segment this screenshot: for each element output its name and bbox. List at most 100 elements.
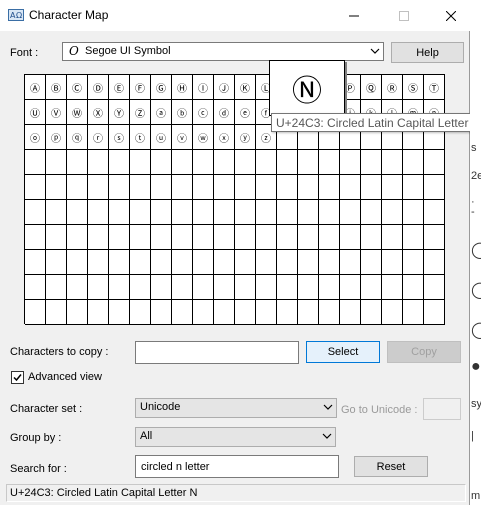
character-cell[interactable] (151, 300, 172, 325)
title-bar[interactable]: A Ω Character Map (0, 0, 470, 31)
character-cell[interactable]: ⓟ (46, 125, 67, 150)
character-cell[interactable] (298, 225, 319, 250)
character-cell[interactable] (319, 150, 340, 175)
character-cell[interactable]: ⓦ (193, 125, 214, 150)
character-cell[interactable]: Ⓑ (46, 75, 67, 100)
character-cell[interactable] (193, 300, 214, 325)
character-cell[interactable] (172, 250, 193, 275)
character-cell[interactable] (277, 150, 298, 175)
character-cell[interactable] (172, 200, 193, 225)
character-cell[interactable] (361, 275, 382, 300)
character-cell[interactable] (382, 200, 403, 225)
character-cell[interactable] (319, 225, 340, 250)
character-cell[interactable]: Ⓤ (25, 100, 46, 125)
character-cell[interactable] (340, 175, 361, 200)
character-set-dropdown[interactable]: Unicode (135, 398, 337, 418)
character-cell[interactable]: Ⓨ (109, 100, 130, 125)
character-cell[interactable] (151, 200, 172, 225)
character-cell[interactable] (277, 250, 298, 275)
character-cell[interactable] (214, 200, 235, 225)
character-cell[interactable]: Ⓔ (109, 75, 130, 100)
character-cell[interactable]: Ⓩ (130, 100, 151, 125)
character-cell[interactable] (130, 300, 151, 325)
character-cell[interactable] (382, 250, 403, 275)
character-cell[interactable] (46, 300, 67, 325)
character-cell[interactable] (298, 275, 319, 300)
search-input[interactable] (136, 456, 338, 477)
character-cell[interactable] (46, 200, 67, 225)
character-cell[interactable] (193, 150, 214, 175)
character-cell[interactable] (361, 200, 382, 225)
character-grid[interactable]: ⒶⒷⒸⒹⒺⒻⒼⒽⒾⒿⓀⓁⓅⓆⓇⓈⓉⓊⓋⓌⓍⓎⓏⓐⓑⓒⓓⓔⓕⓖⓙⓚⓛⓜⓝⓞⓟⓠⓡⓢ… (24, 74, 445, 325)
select-button[interactable]: Select (306, 341, 380, 363)
character-cell[interactable] (193, 175, 214, 200)
character-cell[interactable] (403, 275, 424, 300)
character-cell[interactable] (214, 300, 235, 325)
character-cell[interactable] (67, 250, 88, 275)
character-cell[interactable] (67, 275, 88, 300)
character-cell[interactable] (109, 200, 130, 225)
character-cell[interactable] (424, 175, 445, 200)
character-cell[interactable] (424, 275, 445, 300)
character-cell[interactable] (277, 275, 298, 300)
character-cell[interactable] (25, 150, 46, 175)
character-cell[interactable] (109, 275, 130, 300)
character-cell[interactable] (256, 250, 277, 275)
reset-button[interactable]: Reset (354, 456, 428, 477)
character-cell[interactable] (277, 200, 298, 225)
characters-to-copy-field[interactable] (135, 341, 299, 364)
character-cell[interactable] (67, 175, 88, 200)
character-cell[interactable] (130, 150, 151, 175)
character-cell[interactable] (88, 175, 109, 200)
character-cell[interactable] (277, 225, 298, 250)
character-cell[interactable] (235, 150, 256, 175)
character-cell[interactable] (130, 225, 151, 250)
character-cell[interactable] (25, 250, 46, 275)
character-cell[interactable] (298, 175, 319, 200)
character-cell[interactable] (319, 175, 340, 200)
character-cell[interactable] (382, 175, 403, 200)
character-cell[interactable] (172, 275, 193, 300)
character-cell[interactable]: Ⓘ (193, 75, 214, 100)
character-cell[interactable]: Ⓚ (235, 75, 256, 100)
character-cell[interactable]: ⓨ (235, 125, 256, 150)
character-cell[interactable]: Ⓙ (214, 75, 235, 100)
close-button[interactable] (428, 0, 474, 31)
character-cell[interactable]: Ⓦ (67, 100, 88, 125)
character-cell[interactable] (403, 250, 424, 275)
character-cell[interactable] (172, 300, 193, 325)
character-cell[interactable]: Ⓗ (172, 75, 193, 100)
advanced-view-checkbox[interactable] (11, 371, 24, 384)
character-cell[interactable]: ⓥ (172, 125, 193, 150)
character-cell[interactable] (67, 150, 88, 175)
character-cell[interactable] (214, 225, 235, 250)
character-cell[interactable] (361, 175, 382, 200)
character-cell[interactable] (382, 300, 403, 325)
character-cell[interactable] (25, 175, 46, 200)
character-cell[interactable] (25, 200, 46, 225)
character-cell[interactable] (256, 175, 277, 200)
character-cell[interactable] (109, 250, 130, 275)
character-cell[interactable] (298, 250, 319, 275)
character-cell[interactable] (340, 200, 361, 225)
character-cell[interactable] (46, 150, 67, 175)
character-cell[interactable] (340, 250, 361, 275)
character-cell[interactable] (109, 225, 130, 250)
character-cell[interactable] (88, 225, 109, 250)
character-cell[interactable] (235, 250, 256, 275)
character-cell[interactable] (193, 250, 214, 275)
character-cell[interactable] (172, 150, 193, 175)
character-cell[interactable] (361, 225, 382, 250)
characters-to-copy-input[interactable] (136, 342, 298, 363)
character-cell[interactable] (403, 225, 424, 250)
character-cell[interactable] (340, 275, 361, 300)
character-cell[interactable] (424, 250, 445, 275)
character-cell[interactable]: Ⓢ (403, 75, 424, 100)
character-cell[interactable] (277, 300, 298, 325)
character-cell[interactable]: Ⓠ (361, 75, 382, 100)
character-cell[interactable] (25, 225, 46, 250)
character-cell[interactable] (361, 300, 382, 325)
character-cell[interactable] (361, 150, 382, 175)
go-to-unicode-field[interactable] (423, 398, 461, 420)
character-cell[interactable] (382, 150, 403, 175)
